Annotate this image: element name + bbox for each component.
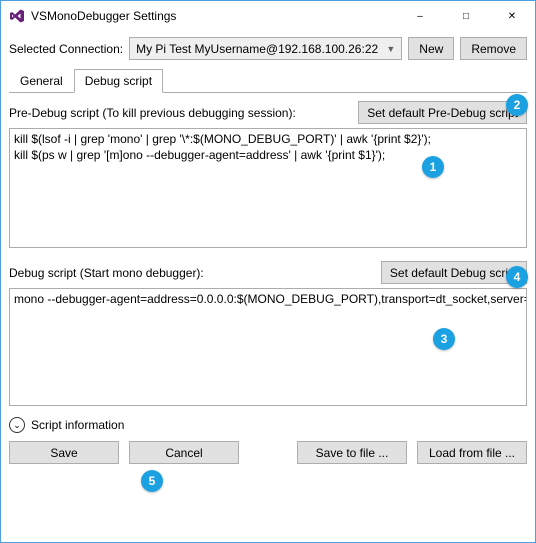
load-from-file-button[interactable]: Load from file ... [417, 441, 527, 464]
callout-2: 2 [506, 94, 528, 116]
footer-buttons: Save Cancel Save to file ... Load from f… [9, 441, 527, 464]
tab-debug-script[interactable]: Debug script [74, 69, 163, 93]
window-buttons: – □ ✕ [397, 1, 535, 31]
callout-3: 3 [433, 328, 455, 350]
connection-combo[interactable]: My Pi Test MyUsername@192.168.100.26:22 … [129, 37, 402, 60]
tab-strip: General Debug script [9, 68, 527, 93]
debug-label: Debug script (Start mono debugger): [9, 266, 204, 280]
predebug-script-input[interactable] [9, 128, 527, 248]
new-button[interactable]: New [408, 37, 454, 60]
save-to-file-button[interactable]: Save to file ... [297, 441, 407, 464]
save-button[interactable]: Save [9, 441, 119, 464]
window-title: VSMonoDebugger Settings [31, 9, 176, 23]
script-information-expander[interactable]: ⌄ Script information [9, 417, 527, 433]
app-icon [9, 8, 25, 24]
predebug-label: Pre-Debug script (To kill previous debug… [9, 106, 296, 120]
minimize-button[interactable]: – [397, 1, 443, 31]
connection-label: Selected Connection: [9, 42, 123, 56]
connection-selected: My Pi Test MyUsername@192.168.100.26:22 [136, 42, 378, 56]
remove-button[interactable]: Remove [460, 37, 527, 60]
title-bar: VSMonoDebugger Settings – □ ✕ [1, 1, 535, 31]
script-information-label: Script information [31, 418, 124, 432]
content-area: Selected Connection: My Pi Test MyUserna… [1, 31, 535, 472]
set-default-predebug-button[interactable]: Set default Pre-Debug script [358, 101, 527, 124]
debug-header: Debug script (Start mono debugger): Set … [9, 261, 527, 284]
chevron-down-icon: ⌄ [9, 417, 25, 433]
callout-4: 4 [506, 266, 528, 288]
cancel-button[interactable]: Cancel [129, 441, 239, 464]
maximize-button[interactable]: □ [443, 1, 489, 31]
tab-general[interactable]: General [9, 69, 74, 93]
predebug-header: Pre-Debug script (To kill previous debug… [9, 101, 527, 124]
callout-1: 1 [422, 156, 444, 178]
chevron-down-icon: ▼ [386, 44, 395, 54]
set-default-debug-button[interactable]: Set default Debug script [381, 261, 527, 284]
connection-row: Selected Connection: My Pi Test MyUserna… [9, 37, 527, 60]
callout-5: 5 [141, 470, 163, 492]
close-button[interactable]: ✕ [489, 1, 535, 31]
